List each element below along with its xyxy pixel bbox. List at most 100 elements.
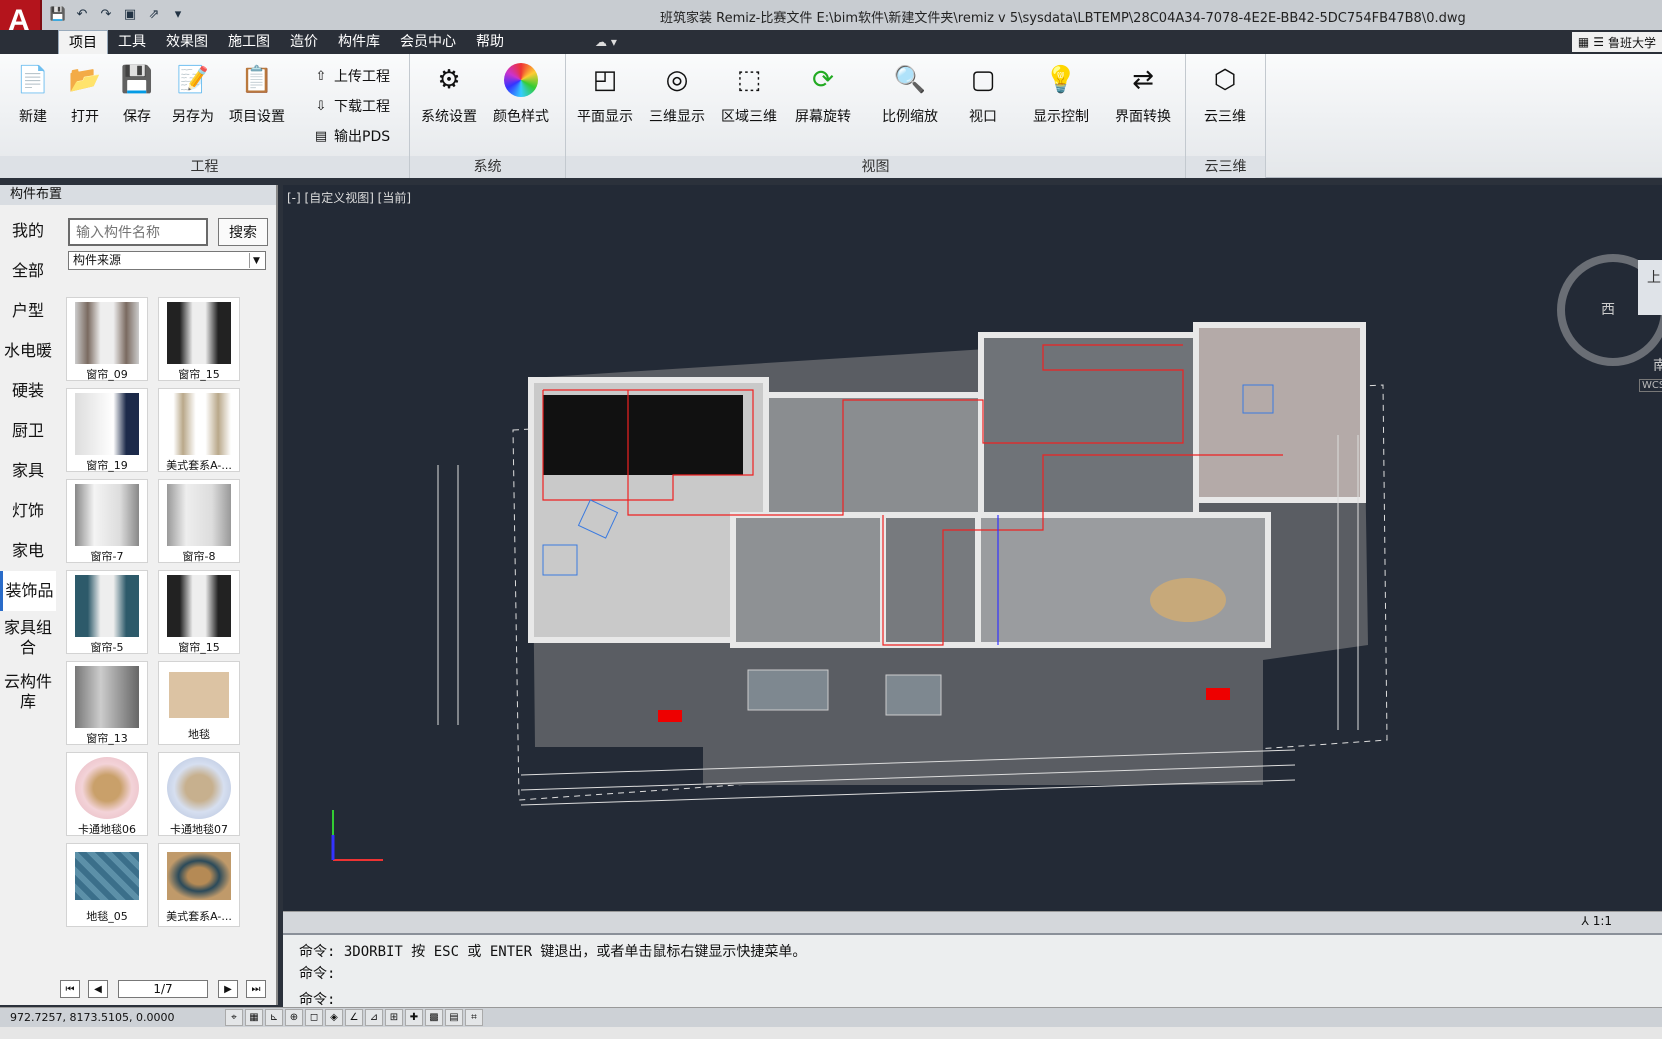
room-dark-wardrobe [543,395,743,475]
component-item[interactable]: 卡通地毯07 [158,752,240,836]
color-wheel-icon [501,60,541,100]
ortho-icon[interactable]: ⊾ [265,1009,283,1026]
component-item[interactable]: 卡通地毯06 [66,752,148,836]
polar-icon[interactable]: ⊕ [285,1009,303,1026]
drafting-toggles: ⌖ ▦ ⊾ ⊕ ◻ ◈ ∠ ⊿ ⊞ ✚ ▩ ▤ ⌗ [225,1009,483,1026]
search-input[interactable] [68,218,208,246]
component-item[interactable]: 窗帘_13 [66,661,148,745]
cloud-dropdown[interactable]: ☁ ▾ [595,30,617,54]
category-appliance[interactable]: 家电 [0,531,56,571]
cursor-coordinates: 972.7257, 8173.5105, 0.0000 [10,1011,175,1024]
cloud-3d-button[interactable]: ⬡ 云三维 [1192,60,1258,140]
download-project-button[interactable]: ⇩ 下载工程 [312,94,390,118]
category-plumbing[interactable]: 水电暖 [0,331,56,371]
dropdown-icon[interactable]: ▾ [168,4,188,24]
tab-help[interactable]: 帮助 [466,30,514,54]
component-item[interactable]: 窗帘_19 [66,388,148,472]
tab-cost[interactable]: 造价 [280,30,328,54]
chevron-down-icon: ▼ [249,253,263,268]
plan-view-button[interactable]: ◰ 平面显示 [572,60,638,140]
viewport-label[interactable]: [-] [自定义视图] [当前] [287,189,411,206]
tab-rendering[interactable]: 效果图 [156,30,218,54]
wcs-label[interactable]: WCS [1639,379,1662,392]
3d-view-button[interactable]: ◎ 三维显示 [644,60,710,140]
category-furniture-set[interactable]: 家具组合 [0,611,56,665]
room-center [763,392,984,523]
lwt-icon[interactable]: ✚ [405,1009,423,1026]
otrack-icon[interactable]: ∠ [345,1009,363,1026]
component-item[interactable]: 美式套系A-... [158,843,240,927]
viewcube-top-face[interactable]: 上 [1647,267,1661,287]
viewport-button[interactable]: ▢ 视口 [950,60,1016,140]
print-icon[interactable]: ▣ [120,4,140,24]
category-hardscape[interactable]: 硬装 [0,371,56,411]
osnap-icon[interactable]: ◻ [305,1009,323,1026]
search-button[interactable]: 搜索 [218,218,268,246]
save-icon[interactable]: 💾 [48,4,68,24]
system-settings-button[interactable]: ⚙ 系统设置 [416,60,482,140]
save-as-button[interactable]: 📝 另存为 [160,60,226,140]
tab-member-center[interactable]: 会员中心 [390,30,466,54]
display-control-button[interactable]: 💡 显示控制 [1028,60,1094,140]
redo-icon[interactable]: ↷ [96,4,116,24]
3d-osnap-icon[interactable]: ◈ [325,1009,343,1026]
grid-view-icon[interactable]: ▦ [1578,35,1589,49]
share-icon[interactable]: ⇗ [144,4,164,24]
category-cloud-library[interactable]: 云构件库 [0,665,56,719]
transparency-icon[interactable]: ▩ [425,1009,443,1026]
category-floorplan[interactable]: 户型 [0,291,56,331]
category-decor[interactable]: 装饰品 [0,571,56,611]
tab-project[interactable]: 项目 [58,30,108,54]
color-style-button[interactable]: 颜色样式 [488,60,554,140]
sc-icon[interactable]: ⌗ [465,1009,483,1026]
undo-icon[interactable]: ↶ [72,4,92,24]
command-prompt[interactable]: 命令: [299,989,335,1009]
region-3d-button[interactable]: ⬚ 区域三维 [716,60,782,140]
project-settings-button[interactable]: 📋 项目设置 [224,60,290,140]
drawing-viewport[interactable]: [-] [自定义视图] [当前] 西 南 上 WCS [283,185,1662,911]
group-system: ⚙ 系统设置 颜色样式 系统 [410,54,566,178]
component-item[interactable]: 窗帘-7 [66,479,148,563]
next-page-button[interactable]: ▶ [218,980,238,998]
dyn-icon[interactable]: ⊞ [385,1009,403,1026]
category-lighting[interactable]: 灯饰 [0,491,56,531]
room-living [975,512,1271,648]
room-bath-1 [730,512,886,648]
interface-switch-button[interactable]: ⇄ 界面转换 [1110,60,1176,140]
component-item[interactable]: 窗帘-8 [158,479,240,563]
prev-page-button[interactable]: ◀ [88,980,108,998]
upload-project-button[interactable]: ⇧ 上传工程 [312,64,390,88]
component-item[interactable]: 地毯 [158,661,240,745]
component-item[interactable]: 美式套系A-... [158,388,240,472]
carpet-thumb [75,852,139,900]
lubancollege-link[interactable]: 鲁班大学 [1608,34,1656,51]
snap-icon[interactable]: ⌖ [225,1009,243,1026]
carpet-thumb [167,757,231,819]
component-item[interactable]: 窗帘_15 [158,297,240,381]
component-item[interactable]: 窗帘_15 [158,570,240,654]
last-page-button[interactable]: ⏭ [246,980,266,998]
list-view-icon[interactable]: ☰ [1593,35,1604,49]
category-kitchen-bath[interactable]: 厨卫 [0,411,56,451]
3d-model-canvas[interactable] [283,185,1662,911]
component-item[interactable]: 窗帘_09 [66,297,148,381]
tab-component-library[interactable]: 构件库 [328,30,390,54]
screen-rotate-button[interactable]: ⟳ 屏幕旋转 [790,60,856,140]
tab-tools[interactable]: 工具 [108,30,156,54]
category-mine[interactable]: 我的 [0,211,56,251]
source-select[interactable]: 构件来源 ▼ [68,251,266,270]
command-window: 命令: 3DORBIT 按 ESC 或 ENTER 键退出，或者单击鼠标右键显示… [283,933,1662,1009]
ducs-icon[interactable]: ⊿ [365,1009,383,1026]
category-all[interactable]: 全部 [0,251,56,291]
export-pds-button[interactable]: ▤ 输出PDS [312,124,390,148]
component-item[interactable]: 地毯_05 [66,843,148,927]
category-furniture[interactable]: 家具 [0,451,56,491]
scale-zoom-button[interactable]: 🔍 比例缩放 [870,60,950,140]
component-item[interactable]: 窗帘-5 [66,570,148,654]
qp-icon[interactable]: ▤ [445,1009,463,1026]
grid-icon[interactable]: ▦ [245,1009,263,1026]
viewport-status-strip: ⅄ 1:1 [283,911,1662,933]
first-page-button[interactable]: ⏮ [60,980,80,998]
tab-construction-drawing[interactable]: 施工图 [218,30,280,54]
annotation-scale[interactable]: ⅄ 1:1 [1582,914,1612,928]
